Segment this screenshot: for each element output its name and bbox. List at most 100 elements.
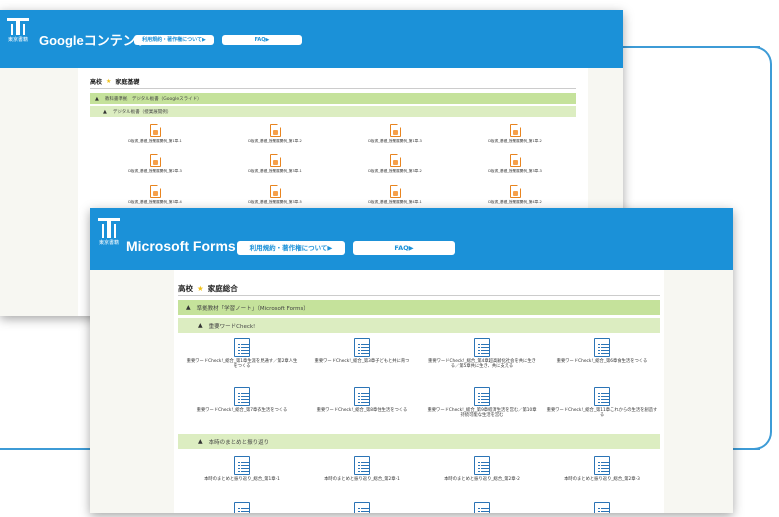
section-header[interactable]: ▲ 教科書準拠 デジタル板書（Googleスライド） [90,93,576,104]
section-header[interactable]: ▲ 準拠教材「学習ノート」（Microsoft Forms） [178,300,660,315]
microsoft-forms-icon [234,456,250,475]
microsoft-forms-icon [474,338,490,357]
google-slides-icon [149,184,161,198]
content-item[interactable]: 本時のまとめと振り返り_総合_第2章-1 [306,456,418,482]
content-item[interactable]: D板書_基礎_授業展開例_第3章-2 [340,153,450,173]
content-item[interactable]: 重要ワードCheck!_総合_第3章子どもと共に育つ [306,338,418,364]
header-bar: 東京書籍 Microsoft Forms 利用規約・著作権について▶ FAQ▶ [90,208,733,270]
content-item[interactable]: D板書_基礎_授業展開例_第3章-4 [100,184,210,204]
star-icon: ★ [197,284,204,293]
item-caption: 重要ワードCheck!_総合_第8章住生活をつくる [316,408,408,413]
google-slides-icon [509,123,521,137]
microsoft-forms-icon [474,387,490,406]
google-slides-icon [509,184,521,198]
faq-button[interactable]: FAQ▶ [353,241,455,255]
item-caption: D板書_基礎_授業展開例_第4章-1 [368,200,422,204]
microsoft-forms-icon [594,338,610,357]
item-caption: 重要ワードCheck!_総合_第6章食生活をつくる [556,359,648,364]
subsection-label: デジタル板書（授業展開例） [112,109,172,115]
google-slides-icon [269,184,281,198]
logo-text: 東京書籍 [98,240,119,246]
item-caption: 重要ワードCheck!_総合_第4章超高齢化社会を共に生きる／第5章共に生き、共… [428,359,536,370]
logo-text: 東京書籍 [7,37,28,43]
content-item[interactable]: D板書_基礎_授業展開例_第1章-3 [340,123,450,143]
microsoft-forms-window: 東京書籍 Microsoft Forms 利用規約・著作権について▶ FAQ▶ … [90,208,733,513]
microsoft-forms-icon [474,456,490,475]
item-caption: D板書_基礎_授業展開例_第3章-4 [128,200,182,204]
content-item[interactable]: 本時のまとめと振り返り_総合_第2章-3 [546,456,658,482]
item-caption: D板書_基礎_授業展開例_第1章-2 [248,139,302,143]
item-caption: D板書_基礎_授業展開例_第1章-3 [368,139,422,143]
google-slides-icon [269,153,281,167]
google-slides-icon [509,153,521,167]
divider [178,295,660,296]
item-caption: 本時のまとめと振り返り_総合_第2章-1 [324,477,400,482]
content-item[interactable]: 本時のまとめと振り返り_総合_第1章-1 [186,456,298,482]
content-item[interactable]: D板書_基礎_授業展開例_第2章-3 [100,153,210,173]
microsoft-forms-icon [234,502,250,513]
google-slides-icon [149,153,161,167]
content-item[interactable]: 重要ワードCheck!_総合_第8章住生活をつくる [306,387,418,413]
content-item[interactable]: D板書_基礎_授業展開例_第3章-5 [220,184,330,204]
content-item[interactable]: D板書_基礎_授業展開例_第4章-1 [340,184,450,204]
item-caption: D板書_基礎_授業展開例_第3章-3 [488,169,542,173]
item-caption: 重要ワードCheck!_総合_第9章経済生活を営む／第10章持続可能な生活を営む [427,408,537,419]
breadcrumb: 高校 ★ 家庭総合 [178,283,238,294]
terms-button[interactable]: 利用規約・著作権について▶ [237,241,345,255]
content-item[interactable]: D板書_基礎_授業展開例_第1章-2 [460,123,570,143]
content-item[interactable]: 重要ワードCheck!_総合_第6章食生活をつくる [546,338,658,364]
faq-button[interactable]: FAQ▶ [222,35,302,45]
google-slides-icon [269,123,281,137]
subsection-label: 重要ワードCheck! [208,323,256,330]
item-caption: 重要ワードCheck!_総合_第7章衣生活をつくる [196,408,288,413]
subsection-label: 本時のまとめと振り返り [208,439,270,446]
divider [90,88,576,89]
terms-button[interactable]: 利用規約・著作権について▶ [134,35,214,45]
google-slides-icon [389,123,401,137]
breadcrumb-subject: 家庭基礎 [115,79,140,86]
triangle-up-icon: ▲ [103,108,107,115]
header-bar: 東京書籍 Googleコンテンツ 利用規約・著作権について▶ FAQ▶ [0,10,623,68]
content-item[interactable] [546,502,658,513]
triangle-up-icon: ▲ [198,438,203,445]
publisher-logo[interactable]: 東京書籍 [98,218,120,246]
item-caption: D板書_基礎_授業展開例_第4章-2 [488,200,542,204]
item-caption: 本時のまとめと振り返り_総合_第2章-2 [444,477,520,482]
google-slides-icon [149,123,161,137]
item-caption: 本時のまとめと振り返り_総合_第2章-3 [564,477,640,482]
content-item[interactable]: D板書_基礎_授業展開例_第1章-1 [100,123,210,143]
microsoft-forms-icon [354,502,370,513]
content-item[interactable] [306,502,418,513]
section-label: 教科書準拠 デジタル板書（Googleスライド） [104,96,202,102]
microsoft-forms-icon [354,456,370,475]
subsection-header[interactable]: ▲ 本時のまとめと振り返り [178,434,660,449]
content-item[interactable] [186,502,298,513]
section-label: 準拠教材「学習ノート」（Microsoft Forms） [196,305,309,312]
subsection-header[interactable]: ▲ 重要ワードCheck! [178,318,660,333]
breadcrumb-level: 高校 [178,284,193,293]
item-caption: 重要ワードCheck!_総合_第11章これからの生活を創造する [546,408,658,419]
content-item[interactable]: 重要ワードCheck!_総合_第1章生涯を見通す／第2章人生をつくる [186,338,298,370]
item-caption: 重要ワードCheck!_総合_第1章生涯を見通す／第2章人生をつくる [186,359,298,370]
content-item[interactable] [426,502,538,513]
content-item[interactable]: 重要ワードCheck!_総合_第9章経済生活を営む／第10章持続可能な生活を営む [426,387,538,419]
microsoft-forms-icon [234,338,250,357]
content-item[interactable]: 本時のまとめと振り返り_総合_第2章-2 [426,456,538,482]
page-title: Microsoft Forms [126,238,236,254]
publisher-logo[interactable]: 東京書籍 [7,18,29,43]
item-caption: 本時のまとめと振り返り_総合_第1章-1 [204,477,280,482]
content-item[interactable]: D板書_基礎_授業展開例_第1章-2 [220,123,330,143]
triangle-up-icon: ▲ [95,95,99,102]
content-item[interactable]: D板書_基礎_授業展開例_第3章-3 [460,153,570,173]
content-item[interactable]: 重要ワードCheck!_総合_第7章衣生活をつくる [186,387,298,413]
content-item[interactable]: 重要ワードCheck!_総合_第4章超高齢化社会を共に生きる／第5章共に生き、共… [426,338,538,370]
triangle-up-icon: ▲ [198,322,203,329]
item-caption: D板書_基礎_授業展開例_第1章-2 [488,139,542,143]
content-item[interactable]: D板書_基礎_授業展開例_第3章-1 [220,153,330,173]
content-item[interactable]: 重要ワードCheck!_総合_第11章これからの生活を創造する [546,387,658,419]
subsection-header[interactable]: ▲ デジタル板書（授業展開例） [90,106,576,117]
item-caption: D板書_基礎_授業展開例_第3章-1 [248,169,302,173]
microsoft-forms-icon [234,387,250,406]
breadcrumb-level: 高校 [90,79,103,86]
content-item[interactable]: D板書_基礎_授業展開例_第4章-2 [460,184,570,204]
